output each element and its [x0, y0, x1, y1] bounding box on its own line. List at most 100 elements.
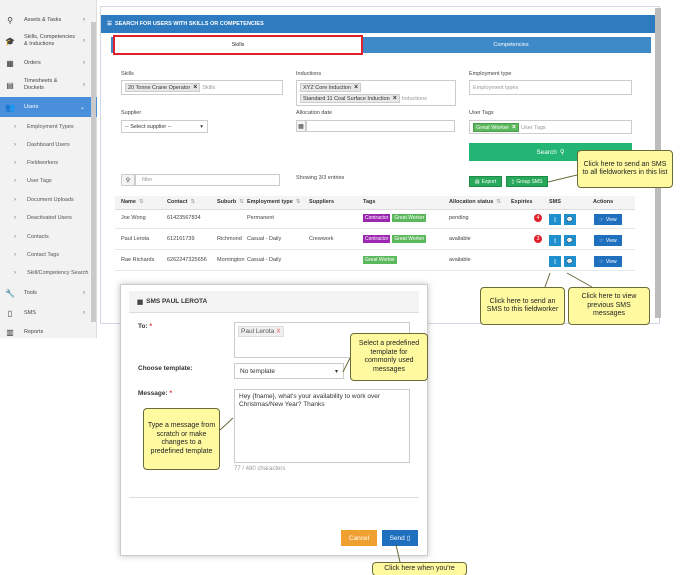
callout-template: Select a predefined template for commonl… — [350, 333, 428, 381]
send-sms-button[interactable]: ▯ — [549, 235, 561, 246]
chevron-right-icon: › — [14, 197, 16, 203]
search-icon: ⚲ — [121, 174, 135, 186]
view-sms-button[interactable]: 💬 — [564, 235, 576, 246]
list-icon: ☰ — [107, 21, 112, 27]
to-label: To: * — [138, 323, 152, 330]
sidebar-subitem-employment-types[interactable]: › Employment Types — [0, 118, 97, 136]
modal-header: ▦ SMS PAUL LEROTA — [129, 291, 419, 313]
view-button[interactable]: ☞ View — [594, 214, 622, 225]
tag-contractor: Contractor — [363, 214, 391, 222]
supplier-select[interactable]: -- Select supplier -- ▾ — [121, 120, 208, 133]
col-allocation[interactable]: Allocation status ⇅ — [449, 199, 501, 205]
employment-placeholder: Employment types — [473, 84, 519, 91]
col-contact[interactable]: Contact ⇅ — [167, 199, 195, 205]
tag-great-worker: Great Worker — [363, 256, 397, 264]
sidebar-subitem-dashboard-users[interactable]: › Dashboard Users — [0, 136, 97, 154]
sort-icon: ⇅ — [138, 199, 144, 205]
table-header: Name ⇅ Contact ⇅ Suburb ⇅ Employment type ⇅ … — [115, 196, 635, 210]
sidebar-item-label: Assets & Tasks — [24, 16, 62, 23]
sidebar-scrollbar[interactable] — [91, 22, 96, 322]
expiries-badge[interactable]: 3 — [534, 235, 542, 243]
sidebar-subitem-document-uploads[interactable]: › Document Uploads — [0, 191, 97, 209]
chevron-right-icon: › — [83, 310, 85, 316]
sidebar-subitem-contact-tags[interactable]: › Contact Tags — [0, 246, 97, 264]
allocation-date-input[interactable] — [306, 120, 455, 132]
cell-status: available — [449, 257, 471, 263]
export-button[interactable]: ▤ Export — [469, 176, 502, 187]
sidebar-subitem-fieldworkers[interactable]: › Fieldworkers — [0, 154, 97, 172]
sidebar-subitem-label: Document Uploads — [27, 197, 74, 203]
tab-skills[interactable]: Skills — [113, 35, 363, 55]
remove-icon[interactable]: X — [276, 328, 280, 335]
expiries-badge[interactable]: 4 — [534, 214, 542, 222]
panel-header: ☰ SEARCH FOR USERS WITH SKILLS OR COMPET… — [101, 15, 661, 33]
chevron-right-icon: › — [14, 234, 16, 240]
sidebar-subitem-skill-search[interactable]: › Skill/Competency Search — [0, 264, 97, 282]
callout-group-sms: Click here to send an SMS to all fieldwo… — [577, 150, 673, 188]
remove-icon[interactable]: × — [193, 84, 197, 91]
sidebar-item-skills[interactable]: 🎓 Skills, Competencies & Inductions › — [0, 31, 97, 51]
employment-input[interactable]: Employment types — [469, 80, 632, 95]
user-tags-input[interactable]: Great Worker × User Tags — [469, 120, 632, 134]
search-icon: ⚲ — [559, 149, 565, 156]
view-button[interactable]: ☞ View — [594, 256, 622, 267]
supplier-value: -- Select supplier -- — [125, 123, 172, 130]
message-label: Message: * — [138, 390, 172, 397]
filter-input[interactable]: filter — [135, 174, 280, 186]
skill-chip: 20 Tonne Crane Operator × — [125, 83, 201, 92]
search-panel: ☰ SEARCH FOR USERS WITH SKILLS OR COMPET… — [100, 6, 661, 324]
sidebar-item-assets[interactable]: ⚲ Assets & Tasks › — [0, 12, 97, 28]
sort-icon: ⇅ — [239, 199, 244, 205]
col-suppliers[interactable]: Suppliers — [309, 199, 334, 205]
cell-status: available — [449, 236, 471, 242]
sort-icon: ⇅ — [496, 199, 501, 205]
cell-name: Paul Lerota — [121, 236, 150, 242]
sidebar-item-users[interactable]: 👥 Users ⌄ — [0, 97, 97, 117]
sidebar-item-timesheets[interactable]: ▤ Timesheets & Dockets › — [0, 77, 97, 93]
cell-name: Rae Richards — [121, 257, 155, 263]
view-sms-button[interactable]: 💬 — [564, 214, 576, 225]
col-name[interactable]: Name ⇅ — [121, 199, 144, 205]
col-suburb[interactable]: Suburb ⇅ — [217, 199, 244, 205]
callout-send: Click here when you're — [372, 562, 467, 575]
inductions-input[interactable]: XYZ Core Induction × Standard 11 Coal Sur… — [296, 80, 456, 106]
col-employment[interactable]: Employment type ⇅ — [247, 199, 300, 205]
view-sms-button[interactable]: 💬 — [564, 256, 576, 267]
inductions-placeholder: Inductions — [401, 95, 427, 102]
skills-input[interactable]: 20 Tonne Crane Operator × Skills — [121, 80, 283, 95]
send-sms-button[interactable]: ▯ — [549, 214, 561, 225]
sidebar-item-tools[interactable]: 🔧 Tools › — [0, 285, 97, 301]
tag-great-worker: Great Worker — [392, 235, 427, 243]
chevron-right-icon: › — [83, 60, 85, 66]
sidebar-subitem-contacts[interactable]: › Contacts — [0, 228, 97, 246]
remove-icon[interactable]: × — [393, 95, 397, 102]
group-sms-button-label: Group SMS — [516, 178, 543, 185]
sidebar-subitem-label: Contacts — [27, 234, 49, 240]
group-sms-button[interactable]: ▯ Group SMS — [506, 176, 548, 187]
message-textarea[interactable]: Hey {fname}, what's your availability to… — [234, 389, 410, 463]
remove-icon[interactable]: × — [354, 84, 358, 91]
sidebar-item-orders[interactable]: ▦ Orders › — [0, 55, 97, 71]
skills-label: Skills — [121, 71, 134, 77]
cancel-button[interactable]: Cancel — [341, 530, 377, 546]
table-icon: ▤ — [474, 178, 480, 185]
cell-contact: 6262247325656 — [167, 257, 207, 263]
send-sms-button[interactable]: ▯ — [549, 256, 561, 267]
sidebar-subitem-user-tags[interactable]: › User Tags — [0, 172, 97, 190]
tab-competencies[interactable]: Competencies — [371, 37, 651, 53]
cell-name: Joe Wong — [121, 215, 146, 221]
tab-bar: Skills Competencies — [111, 35, 651, 55]
template-select[interactable]: No template ▾ — [234, 363, 344, 379]
calendar-icon[interactable]: ▦ — [296, 120, 306, 132]
sidebar-subitem-deactivated-users[interactable]: › Deactivated Users — [0, 209, 97, 227]
remove-icon[interactable]: × — [512, 124, 516, 131]
sidebar-subitem-label: Contact Tags — [27, 252, 60, 258]
template-label: Choose template: — [138, 365, 193, 372]
sidebar-item-sms[interactable]: ▯ SMS › — [0, 305, 97, 321]
send-button[interactable]: Send ▯ — [382, 530, 418, 546]
bicycle-icon: ⚲ — [7, 15, 13, 25]
sidebar-item-label: Reports — [24, 328, 44, 335]
sidebar-item-reports[interactable]: ▥ Reports — [0, 326, 97, 338]
view-button[interactable]: ☞ View — [594, 235, 622, 246]
table-row: Paul Lerota 612161739 Richmond Casual - … — [115, 231, 635, 250]
